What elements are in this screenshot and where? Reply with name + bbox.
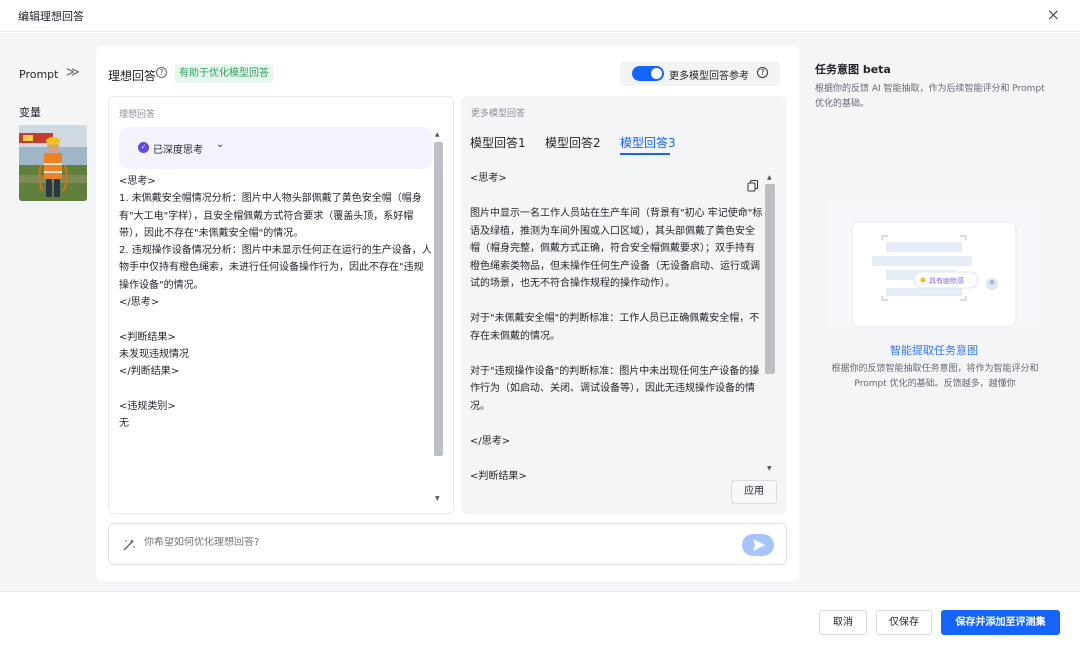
send-button[interactable] (742, 534, 774, 556)
nav-variable-label: 变量 (19, 106, 41, 119)
extract-task-intent-link[interactable]: 智能提取任务意图 (890, 342, 978, 358)
task-intent-description: 根据你的反馈 AI 智能抽取，作为后续智能评分和 Prompt 优化的基础。 (815, 84, 1045, 109)
scrollbar-thumb[interactable] (434, 142, 443, 456)
optimize-input[interactable] (144, 537, 724, 548)
scroll-down-icon[interactable]: ▼ (767, 465, 772, 472)
cancel-button[interactable]: 取消 (819, 610, 867, 635)
deep-thinking-bubble[interactable]: ✓ 已深度思考 ⌄ (119, 127, 433, 169)
tab-model-answer-2[interactable]: 模型回答2 (545, 134, 601, 151)
editor-label: 理想回答 (119, 110, 156, 120)
left-nav (0, 33, 96, 591)
scroll-up-icon[interactable]: ▲ (435, 131, 440, 138)
model-answer-text: <思考> 图片中显示一名工作人员站在生产车间（背景有"初心 牢记使命"标语及绿植… (470, 173, 763, 482)
collapse-icon[interactable]: ≫ (66, 65, 80, 80)
help-icon[interactable]: ? (156, 67, 167, 78)
toggle-knob (651, 68, 662, 79)
scroll-up-icon[interactable]: ▲ (767, 174, 772, 181)
nav-prompt-label[interactable]: Prompt (19, 68, 58, 81)
tab-model-answer-3[interactable]: 模型回答3 (620, 134, 676, 151)
save-only-button[interactable]: 仅保存 (876, 610, 932, 635)
dialog-footer: 取消 仅保存 保存并添加至评测集 (0, 591, 1080, 648)
active-tab-indicator (620, 153, 670, 155)
deep-thinking-label: 已深度思考 (153, 145, 203, 156)
more-model-answers-panel: 更多模型回答 模型回答1 模型回答2 模型回答3 <思考> 图片中显示一名工作人… (461, 96, 786, 514)
ideal-answer-heading: 理想回答 (108, 69, 157, 83)
close-icon[interactable]: × (1047, 5, 1060, 24)
save-and-add-button[interactable]: 保存并添加至评测集 (941, 610, 1060, 635)
scroll-down-icon[interactable]: ▼ (435, 495, 440, 502)
task-intent-illustration: 具有幽默感 (828, 200, 1040, 326)
variable-image-thumbnail[interactable] (19, 125, 87, 201)
apply-button[interactable]: 应用 (731, 480, 777, 504)
send-icon (753, 539, 765, 551)
help-icon[interactable]: ? (757, 67, 768, 78)
panel-label: 更多模型回答 (471, 109, 526, 119)
chevron-down-icon[interactable]: ⌄ (216, 139, 224, 150)
scrollbar-thumb[interactable] (765, 184, 775, 374)
magic-wand-icon (123, 539, 135, 551)
ideal-answer-text[interactable]: <思考> 1. 未佩戴安全帽情况分析：图片中人物头部佩戴了黄色安全帽（帽身有"大… (119, 173, 433, 432)
optimize-hint-tag: 有助于优化模型回答 (175, 64, 273, 83)
dialog-title-bar: 编辑理想回答 × (0, 0, 1080, 32)
more-answers-toggle-label: 更多模型回答参考 (669, 71, 749, 82)
optimize-input-bar (108, 523, 787, 565)
tab-model-answer-1[interactable]: 模型回答1 (470, 134, 526, 151)
ideal-answer-editor[interactable]: 理想回答 ✓ 已深度思考 ⌄ <思考> 1. 未佩戴安全帽情况分析：图片中人物头… (108, 96, 454, 514)
task-intent-hint: 根据你的反馈智能抽取任务意图，将作为智能评分和 Prompt 优化的基础。反馈越… (831, 364, 1039, 389)
more-answers-toggle[interactable] (632, 66, 664, 81)
dialog-title: 编辑理想回答 (18, 10, 84, 23)
illus-badge-text: 具有幽默感 (929, 276, 964, 285)
more-answers-toggle-group: 更多模型回答参考 ? (620, 61, 780, 86)
check-circle-icon: ✓ (138, 142, 149, 153)
task-intent-title: 任务意图 beta (815, 63, 891, 76)
